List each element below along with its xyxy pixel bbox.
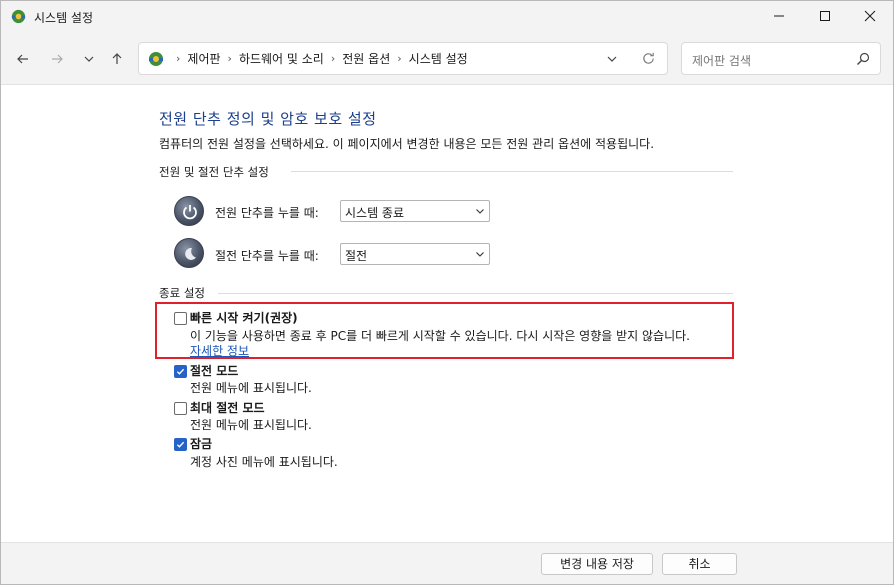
breadcrumb: › 제어판 › 하드웨어 및 소리 › 전원 옵션 › 시스템 설정 <box>169 43 468 74</box>
hibernate-title: 최대 절전 모드 <box>190 401 265 415</box>
minimize-button[interactable] <box>756 1 802 31</box>
maximize-button[interactable] <box>802 1 848 31</box>
sleep-button-action-select[interactable]: 절전 <box>340 243 490 265</box>
fast-startup-title: 빠른 시작 켜기(권장) <box>190 311 298 325</box>
hibernate-checkbox[interactable] <box>174 402 187 415</box>
fast-startup-checkbox[interactable] <box>174 312 187 325</box>
close-icon <box>864 10 876 22</box>
search-input[interactable]: 제어판 검색 <box>681 42 881 75</box>
power-button-label: 전원 단추를 누를 때: <box>215 206 319 220</box>
sleep-checkbox[interactable] <box>174 365 187 378</box>
sleep-description: 전원 메뉴에 표시됩니다. <box>190 381 312 395</box>
sleep-button-label: 절전 단추를 누를 때: <box>215 249 319 263</box>
chevron-down-icon <box>84 56 94 62</box>
arrow-left-icon <box>17 54 28 64</box>
footer-bar: 변경 내용 저장 취소 <box>1 542 893 584</box>
forward-button[interactable] <box>45 48 69 70</box>
breadcrumb-separator: › <box>176 52 181 65</box>
search-icon[interactable] <box>856 52 870 66</box>
refresh-icon[interactable] <box>641 51 656 66</box>
section-divider <box>291 171 733 172</box>
breadcrumb-item[interactable]: 하드웨어 및 소리 <box>239 50 324 67</box>
sleep-button-icon <box>174 238 204 268</box>
arrow-up-icon <box>112 53 122 64</box>
hibernate-description: 전원 메뉴에 표시됩니다. <box>190 418 312 432</box>
breadcrumb-item[interactable]: 제어판 <box>187 50 220 67</box>
main-content: 전원 단추 정의 및 암호 보호 설정 컴퓨터의 전원 설정을 선택하세요. 이… <box>1 86 893 542</box>
select-value: 절전 <box>345 249 368 263</box>
arrow-right-icon <box>52 54 63 64</box>
back-button[interactable] <box>11 48 35 70</box>
breadcrumb-separator: › <box>330 52 336 65</box>
window-title: 시스템 설정 <box>34 11 94 25</box>
section-label-power-buttons: 전원 및 절전 단추 설정 <box>159 165 269 179</box>
close-button[interactable] <box>847 1 893 31</box>
minimize-icon <box>774 15 784 17</box>
breadcrumb-item[interactable]: 전원 옵션 <box>342 50 390 67</box>
power-button-action-select[interactable]: 시스템 종료 <box>340 200 490 222</box>
page-title: 전원 단추 정의 및 암호 보호 설정 <box>159 110 377 128</box>
cancel-button[interactable]: 취소 <box>662 553 737 575</box>
breadcrumb-separator: › <box>397 52 402 65</box>
page-description: 컴퓨터의 전원 설정을 선택하세요. 이 페이지에서 변경한 내용은 모든 전원… <box>159 137 655 151</box>
search-placeholder: 제어판 검색 <box>692 54 752 68</box>
section-label-shutdown: 종료 설정 <box>159 286 205 300</box>
maximize-icon <box>820 11 830 21</box>
more-info-link[interactable]: 자세한 정보 <box>190 342 249 359</box>
up-button[interactable] <box>105 48 129 70</box>
chevron-down-icon <box>476 252 484 257</box>
breadcrumb-separator: › <box>227 52 232 65</box>
control-panel-icon <box>11 9 26 24</box>
power-button-icon <box>174 196 204 226</box>
save-changes-button[interactable]: 변경 내용 저장 <box>541 553 653 575</box>
chevron-down-icon <box>476 209 484 214</box>
control-panel-icon <box>149 52 163 66</box>
select-value: 시스템 종료 <box>345 206 405 220</box>
fast-startup-description: 이 기능을 사용하면 종료 후 PC를 더 빠르게 시작할 수 있습니다. 다시… <box>190 329 690 343</box>
section-divider <box>218 293 733 294</box>
breadcrumb-item[interactable]: 시스템 설정 <box>409 50 468 67</box>
address-bar[interactable]: › 제어판 › 하드웨어 및 소리 › 전원 옵션 › 시스템 설정 <box>138 42 668 75</box>
system-settings-window: 시스템 설정 › 제어판 › 하드웨어 및 소리 › 전원 옵션 › 시스템 설… <box>0 0 894 585</box>
lock-checkbox[interactable] <box>174 438 187 451</box>
lock-description: 계정 사진 메뉴에 표시됩니다. <box>190 455 338 469</box>
sleep-title: 절전 모드 <box>190 364 239 378</box>
recent-locations-button[interactable] <box>77 48 101 70</box>
checkmark-icon <box>176 441 185 448</box>
checkmark-icon <box>176 368 185 375</box>
chevron-down-icon[interactable] <box>605 52 619 66</box>
title-bar: 시스템 설정 <box>1 1 893 33</box>
lock-title: 잠금 <box>190 437 213 451</box>
navigation-bar: › 제어판 › 하드웨어 및 소리 › 전원 옵션 › 시스템 설정 제어판 검… <box>1 33 893 85</box>
